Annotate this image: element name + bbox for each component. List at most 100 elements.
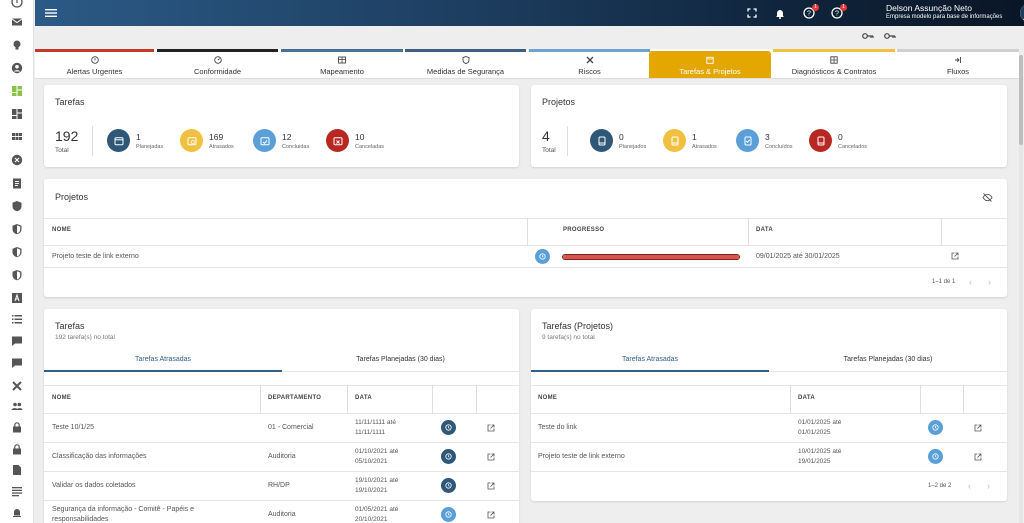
close-circle-icon[interactable]: [11, 154, 23, 166]
open-external-icon[interactable]: [974, 424, 982, 432]
tab-riscos[interactable]: Riscos: [529, 49, 650, 78]
bell-icon[interactable]: [774, 7, 786, 19]
project-date: 09/01/2025 até 30/01/2025: [756, 253, 840, 260]
tools-icon[interactable]: [11, 380, 23, 392]
avatar[interactable]: [1020, 4, 1024, 22]
open-external-icon[interactable]: [487, 424, 495, 432]
status-clock-icon[interactable]: [535, 249, 550, 264]
key-alt-icon[interactable]: [884, 32, 896, 40]
visibility-off-icon[interactable]: [982, 192, 993, 203]
status-clock-icon[interactable]: [928, 420, 943, 435]
column-header-data: DATA: [756, 227, 773, 233]
open-external-icon[interactable]: [487, 453, 495, 461]
task-name: Validar os dados coletados: [52, 482, 136, 489]
clipboard-icon[interactable]: [11, 177, 23, 189]
card-title: Projetos: [55, 192, 89, 202]
list-icon[interactable]: [11, 313, 23, 325]
tab-diagnosticos-contratos[interactable]: Diagnósticos & Contratos: [773, 49, 895, 78]
open-external-icon[interactable]: [951, 252, 959, 260]
column-header-data: DATA: [798, 395, 815, 401]
people-icon[interactable]: [11, 400, 23, 412]
stat-planejadas: 1 Planejadas: [107, 129, 163, 152]
tab-fluxos[interactable]: Fluxos: [897, 49, 1019, 78]
task-date-end: 20/10/2021: [355, 516, 388, 523]
help-notification-icon[interactable]: ? 1: [803, 4, 819, 19]
help-circle-icon[interactable]: [11, 0, 23, 8]
chat-alt-icon[interactable]: [11, 357, 23, 369]
lock-icon[interactable]: [11, 421, 23, 433]
dashboard-tabs: Alertas Urgentes Conformidade Mapeamento…: [35, 49, 1019, 79]
shield-check-icon[interactable]: [11, 269, 23, 281]
dashboard-icon[interactable]: [11, 85, 23, 97]
tab-tarefas-projetos[interactable]: Tarefas & Projetos: [649, 51, 771, 78]
status-clock-icon[interactable]: [441, 507, 456, 522]
tab-tarefas-atrasadas[interactable]: Tarefas Atrasadas: [531, 356, 769, 363]
tarefas-list-card: Tarefas 192 tarefa(s) no total Tarefas A…: [44, 309, 519, 523]
svg-text:?: ?: [835, 11, 839, 18]
alert-circle-icon: [90, 56, 99, 64]
active-tab-indicator: [44, 370, 282, 372]
project-cancel-icon: [809, 129, 832, 152]
stat-canceladas: 10 Canceladas: [326, 129, 384, 152]
account-icon[interactable]: [11, 62, 23, 74]
chevron-left-icon[interactable]: ‹: [968, 481, 971, 491]
card-title: Tarefas: [55, 97, 85, 107]
gauge-icon: [213, 56, 222, 64]
tab-alertas-urgentes[interactable]: Alertas Urgentes: [35, 49, 154, 78]
tab-medidas-de-seguranca[interactable]: Medidas de Segurança: [405, 49, 526, 78]
project-late-icon: [663, 129, 686, 152]
chevron-right-icon[interactable]: ›: [988, 277, 991, 287]
open-external-icon[interactable]: [974, 453, 982, 461]
apps-grid-icon[interactable]: [11, 131, 23, 143]
alarm-icon[interactable]: [11, 506, 23, 518]
text-lines-icon[interactable]: [11, 485, 23, 497]
task-date-end: 01/01/2025: [798, 429, 831, 436]
shield-half-alt-icon[interactable]: [11, 246, 23, 258]
tab-tarefas-planejadas[interactable]: Tarefas Planejadas (30 dias): [769, 356, 1007, 363]
task-date-start: 11/11/1111 até: [355, 419, 396, 426]
shield-icon: [462, 56, 469, 64]
alert-badge: 1: [840, 4, 847, 11]
tarefas-projetos-card: Tarefas (Projetos) 9 tarefa(s) no total …: [531, 309, 1007, 501]
card-title: Projetos: [542, 97, 576, 107]
projetos-summary-card: Projetos 4 Total 0 Planejados 1 Atrasados …: [531, 85, 1007, 167]
total-count: 192: [55, 128, 79, 144]
chevron-left-icon[interactable]: ‹: [969, 277, 972, 287]
dashboard-alt-icon[interactable]: [11, 108, 23, 120]
lightbulb-icon[interactable]: [11, 39, 23, 51]
chevron-right-icon[interactable]: ›: [987, 481, 990, 491]
task-department: Auditoria: [268, 453, 296, 460]
column-header-nome: NOME: [52, 395, 72, 401]
font-icon[interactable]: [11, 292, 23, 304]
status-clock-icon[interactable]: [928, 449, 943, 464]
open-external-icon[interactable]: [487, 482, 495, 490]
help-alert-icon[interactable]: ? 1: [831, 4, 847, 19]
key-icon[interactable]: [862, 32, 874, 40]
task-name: Classificação das informações: [52, 453, 147, 460]
tab-conformidade[interactable]: Conformidade: [157, 49, 278, 78]
task-name: Projeto teste de link externo: [538, 453, 625, 460]
tab-tarefas-planejadas[interactable]: Tarefas Planejadas (30 dias): [282, 356, 519, 363]
table-icon: [338, 56, 346, 64]
status-clock-icon[interactable]: [441, 420, 456, 435]
open-external-icon[interactable]: [487, 511, 495, 519]
top-bar: ? 1 ? 1 Delson Assunção Neto Empresa model…: [35, 0, 1024, 26]
tab-tarefas-atrasadas[interactable]: Tarefas Atrasadas: [44, 356, 282, 363]
lock-alt-icon[interactable]: [11, 443, 23, 455]
calendar-icon: [107, 129, 130, 152]
menu-icon[interactable]: [45, 7, 57, 19]
chat-icon[interactable]: [11, 335, 23, 347]
project-done-icon: [736, 129, 759, 152]
scrollbar[interactable]: [1019, 55, 1023, 523]
document-icon[interactable]: [11, 464, 23, 476]
mail-icon[interactable]: [11, 16, 23, 28]
shield-icon[interactable]: [11, 200, 23, 212]
projetos-table-card: Projetos NOME PROGRESSO DATA Projeto tes…: [44, 179, 1007, 297]
fullscreen-icon[interactable]: [746, 7, 758, 19]
status-clock-icon[interactable]: [441, 449, 456, 464]
status-clock-icon[interactable]: [441, 478, 456, 493]
card-subtitle: 192 tarefa(s) no total: [55, 334, 115, 341]
tab-mapeamento[interactable]: Mapeamento: [281, 49, 403, 78]
shield-half-icon[interactable]: [11, 223, 23, 235]
tarefas-summary-card: Tarefas 192 Total 1 Planejadas 169 Atrasad…: [44, 85, 519, 167]
